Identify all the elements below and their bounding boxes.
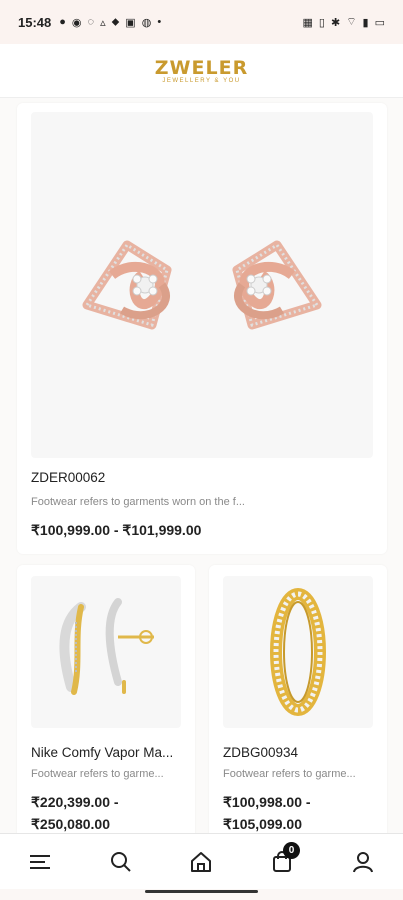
product-card[interactable]: ZDBG00934 Footwear refers to garme... ₹1…: [209, 565, 387, 833]
two-tone-earrings-icon: [59, 598, 154, 695]
product-card[interactable]: Nike Comfy Vapor Ma... Footwear refers t…: [17, 565, 195, 833]
home-icon: [191, 851, 212, 872]
nfc-icon: ▦: [302, 16, 313, 29]
product-price-line2: ₹250,080.00: [31, 816, 110, 832]
gesture-handle[interactable]: [145, 890, 258, 893]
vibrate-icon: ▯: [318, 16, 325, 29]
product-card[interactable]: ZDER00062 Footwear refers to garments wo…: [17, 103, 387, 554]
battery-icon: ▭: [374, 16, 385, 29]
profile-icon: [352, 851, 373, 872]
wifi-icon: ⌔: [346, 16, 357, 28]
status-right-icons: ▦ ▯ ✱ ⌔ ▮ ▭: [303, 15, 386, 29]
product-price-line1: ₹220,399.00 -: [31, 794, 119, 810]
app-header: ZWELER JEWELLERY & YOU: [0, 44, 403, 98]
gallery-icon: ▣: [125, 16, 136, 29]
whatsapp-icon: ◌: [87, 16, 95, 28]
lens-icon: ◉: [71, 16, 82, 29]
message-icon: ●: [59, 16, 66, 28]
product-price: ₹100,999.00 - ₹101,999.00: [31, 522, 202, 538]
status-left-icons: ● ◉ ◌ ▵ ⬥ ▣ ◍ •: [59, 16, 161, 29]
product-list[interactable]: ZDER00062 Footwear refers to garments wo…: [0, 98, 403, 833]
product-price-line2: ₹105,099.00: [223, 816, 302, 832]
product-title[interactable]: ZDER00062: [31, 470, 371, 485]
status-bar: 15:48 ● ◉ ◌ ▵ ⬥ ▣ ◍ • ▦ ▯ ✱ ⌔ ▮ ▭: [0, 0, 403, 44]
product-description: Footwear refers to garme...: [223, 768, 356, 780]
product-price-line1: ₹100,998.00 -: [223, 794, 311, 810]
product-title[interactable]: ZDBG00934: [223, 745, 377, 760]
search-icon: [110, 851, 131, 872]
brand-name: ZWELER: [154, 57, 249, 79]
cart-button[interactable]: 0: [258, 838, 306, 886]
product-image[interactable]: [31, 576, 181, 728]
github-icon: ◍: [141, 16, 152, 29]
menu-button[interactable]: [16, 838, 64, 886]
rose-gold-earrings-icon: [82, 240, 322, 330]
product-image[interactable]: [31, 112, 373, 458]
gold-band-ring-icon: [270, 588, 326, 716]
brand-tagline: JEWELLERY & YOU: [162, 78, 241, 84]
location-icon: ⬥: [111, 15, 120, 28]
product-description: Footwear refers to garme...: [31, 768, 164, 780]
home-button[interactable]: [177, 838, 225, 886]
bluetooth-icon: ✱: [330, 16, 341, 29]
profile-button[interactable]: [339, 838, 387, 886]
cart-count-badge: 0: [283, 841, 301, 859]
search-button[interactable]: [97, 838, 145, 886]
product-description: Footwear refers to garments worn on the …: [31, 496, 245, 508]
signal-icon: ▮: [362, 16, 369, 29]
status-time: 15:48: [18, 14, 52, 30]
gesture-bar: [0, 889, 403, 900]
product-image[interactable]: [223, 576, 373, 728]
drive-icon: ▵: [100, 16, 106, 29]
brand-logo[interactable]: ZWELER JEWELLERY & YOU: [155, 57, 248, 84]
product-title[interactable]: Nike Comfy Vapor Ma...: [31, 745, 185, 760]
menu-icon: [30, 854, 51, 869]
dot-icon: •: [157, 16, 162, 28]
bottom-navigation: 0: [0, 833, 403, 889]
